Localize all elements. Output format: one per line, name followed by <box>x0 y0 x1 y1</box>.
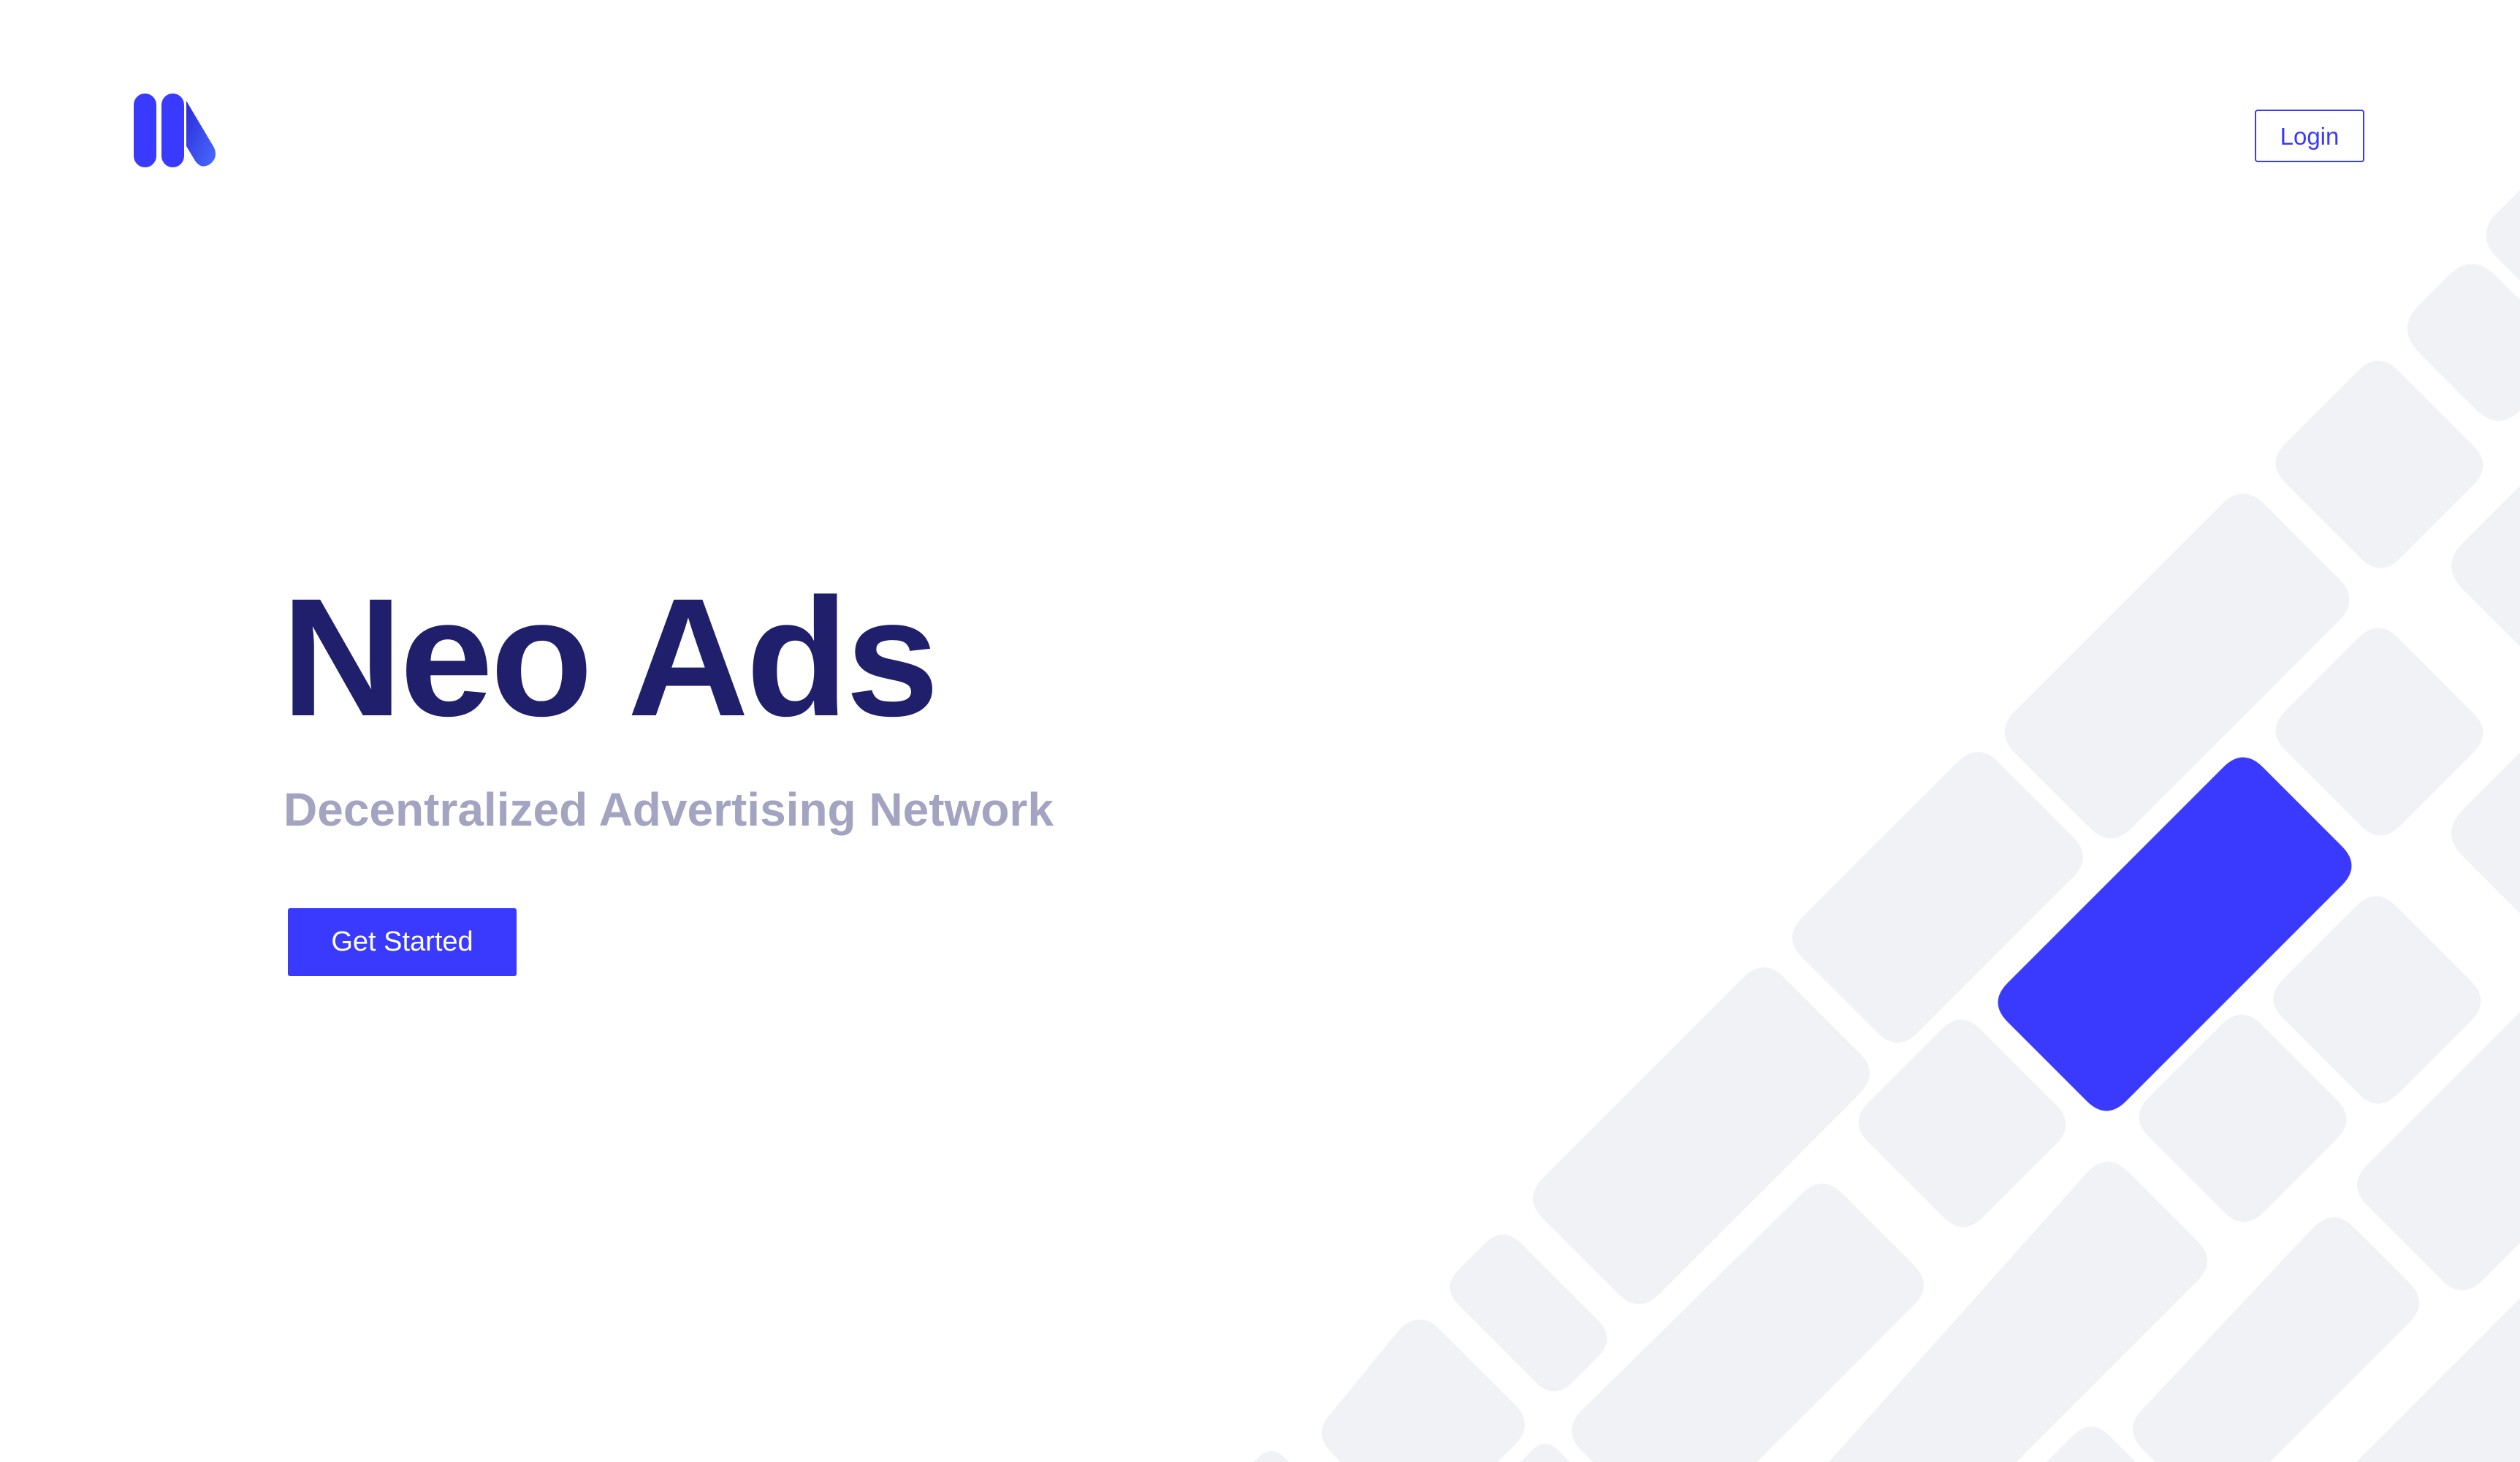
tile-shape <box>1858 1019 2066 1227</box>
hero-subtitle: Decentralized Advertising Network <box>283 783 1054 836</box>
tile-shape <box>2275 360 2483 568</box>
login-button[interactable]: Login <box>2255 110 2364 162</box>
tile-shape <box>2486 190 2520 281</box>
tile-shape <box>1254 1451 1289 1462</box>
tile-shape <box>2275 628 2483 836</box>
get-started-button[interactable]: Get Started <box>288 908 517 976</box>
landing-page: Login Neo Ads Decentralized Advertising … <box>0 0 2520 1462</box>
tile-shape <box>1520 1444 1570 1462</box>
hero-title: Neo Ads <box>281 563 939 751</box>
highlight-tile <box>1998 757 2352 1111</box>
neo-ads-logo-icon[interactable] <box>134 94 216 167</box>
tile-shape <box>2451 753 2520 913</box>
tile-shape <box>2047 1426 2136 1462</box>
tile-shape <box>2451 486 2520 647</box>
tile-shape <box>2004 493 2350 839</box>
